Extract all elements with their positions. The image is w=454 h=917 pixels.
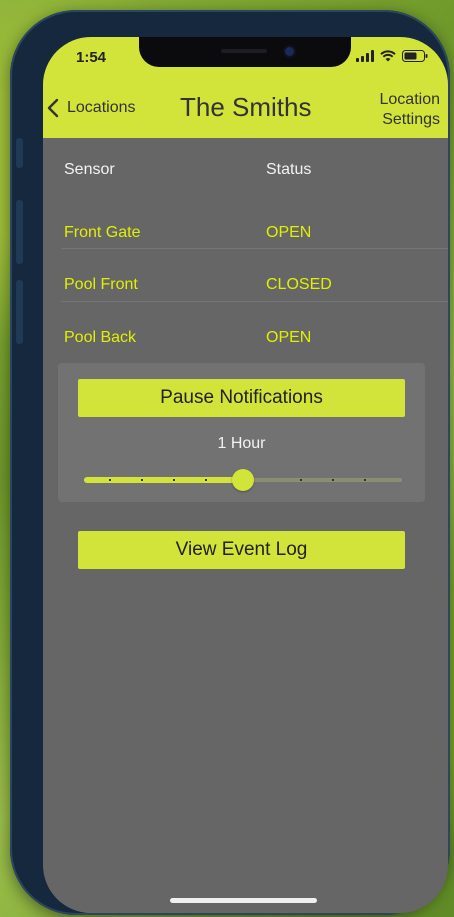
view-event-log-button[interactable]: View Event Log xyxy=(78,531,405,569)
wifi-icon xyxy=(380,50,396,62)
sensor-row-pool-front[interactable]: Pool Front CLOSED xyxy=(43,259,448,311)
sensor-status: OPEN xyxy=(266,224,312,241)
slider-tick xyxy=(300,479,303,481)
pause-duration-label: 1 Hour xyxy=(217,435,266,452)
sensor-status: CLOSED xyxy=(266,276,332,293)
page-title: The Smiths xyxy=(180,92,312,122)
sensor-row-pool-back[interactable]: Pool Back OPEN xyxy=(43,312,448,364)
chevron-left-icon xyxy=(47,98,59,118)
status-column-header: Status xyxy=(266,161,312,178)
pause-notifications-panel: Pause Notifications 1 Hour xyxy=(58,363,425,502)
speaker-grille xyxy=(221,49,267,53)
slider-tick xyxy=(363,479,366,481)
battery-icon xyxy=(402,50,428,62)
location-settings-line2: Settings xyxy=(382,111,440,128)
sensor-name: Front Gate xyxy=(64,224,141,241)
slider-tick xyxy=(332,479,335,481)
pause-duration-slider[interactable] xyxy=(84,467,402,493)
sensor-row-front-gate[interactable]: Front Gate OPEN xyxy=(43,207,448,259)
slider-tick xyxy=(173,479,176,481)
home-indicator xyxy=(170,898,317,903)
camera-notch xyxy=(139,37,351,67)
status-time: 1:54 xyxy=(76,49,107,66)
row-divider xyxy=(61,248,448,249)
volume-down-button xyxy=(16,280,23,344)
location-settings-line1: Location xyxy=(379,91,441,108)
sensor-name: Pool Back xyxy=(64,329,137,346)
sensor-name: Pool Front xyxy=(64,276,138,293)
slider-fill xyxy=(84,477,243,483)
mute-switch xyxy=(16,138,23,168)
sensor-status: OPEN xyxy=(266,329,312,346)
location-settings-button[interactable]: Location Settings xyxy=(380,90,441,130)
slider-tick xyxy=(204,479,207,481)
cellular-signal-icon xyxy=(356,50,374,62)
app-screen: 1:54 Locations The Smiths Location Setti… xyxy=(43,37,448,913)
volume-up-button xyxy=(16,200,23,264)
pause-notifications-button[interactable]: Pause Notifications xyxy=(78,379,405,417)
row-divider xyxy=(61,301,448,302)
slider-tick xyxy=(109,479,112,481)
back-label: Locations xyxy=(67,99,136,116)
sensor-column-header: Sensor xyxy=(64,161,115,178)
slider-tick xyxy=(141,479,144,481)
phone-frame: 1:54 Locations The Smiths Location Setti… xyxy=(10,10,450,915)
back-button[interactable]: Locations xyxy=(47,98,136,118)
front-camera xyxy=(285,47,294,56)
slider-thumb[interactable] xyxy=(232,469,254,491)
status-icons xyxy=(356,50,428,62)
